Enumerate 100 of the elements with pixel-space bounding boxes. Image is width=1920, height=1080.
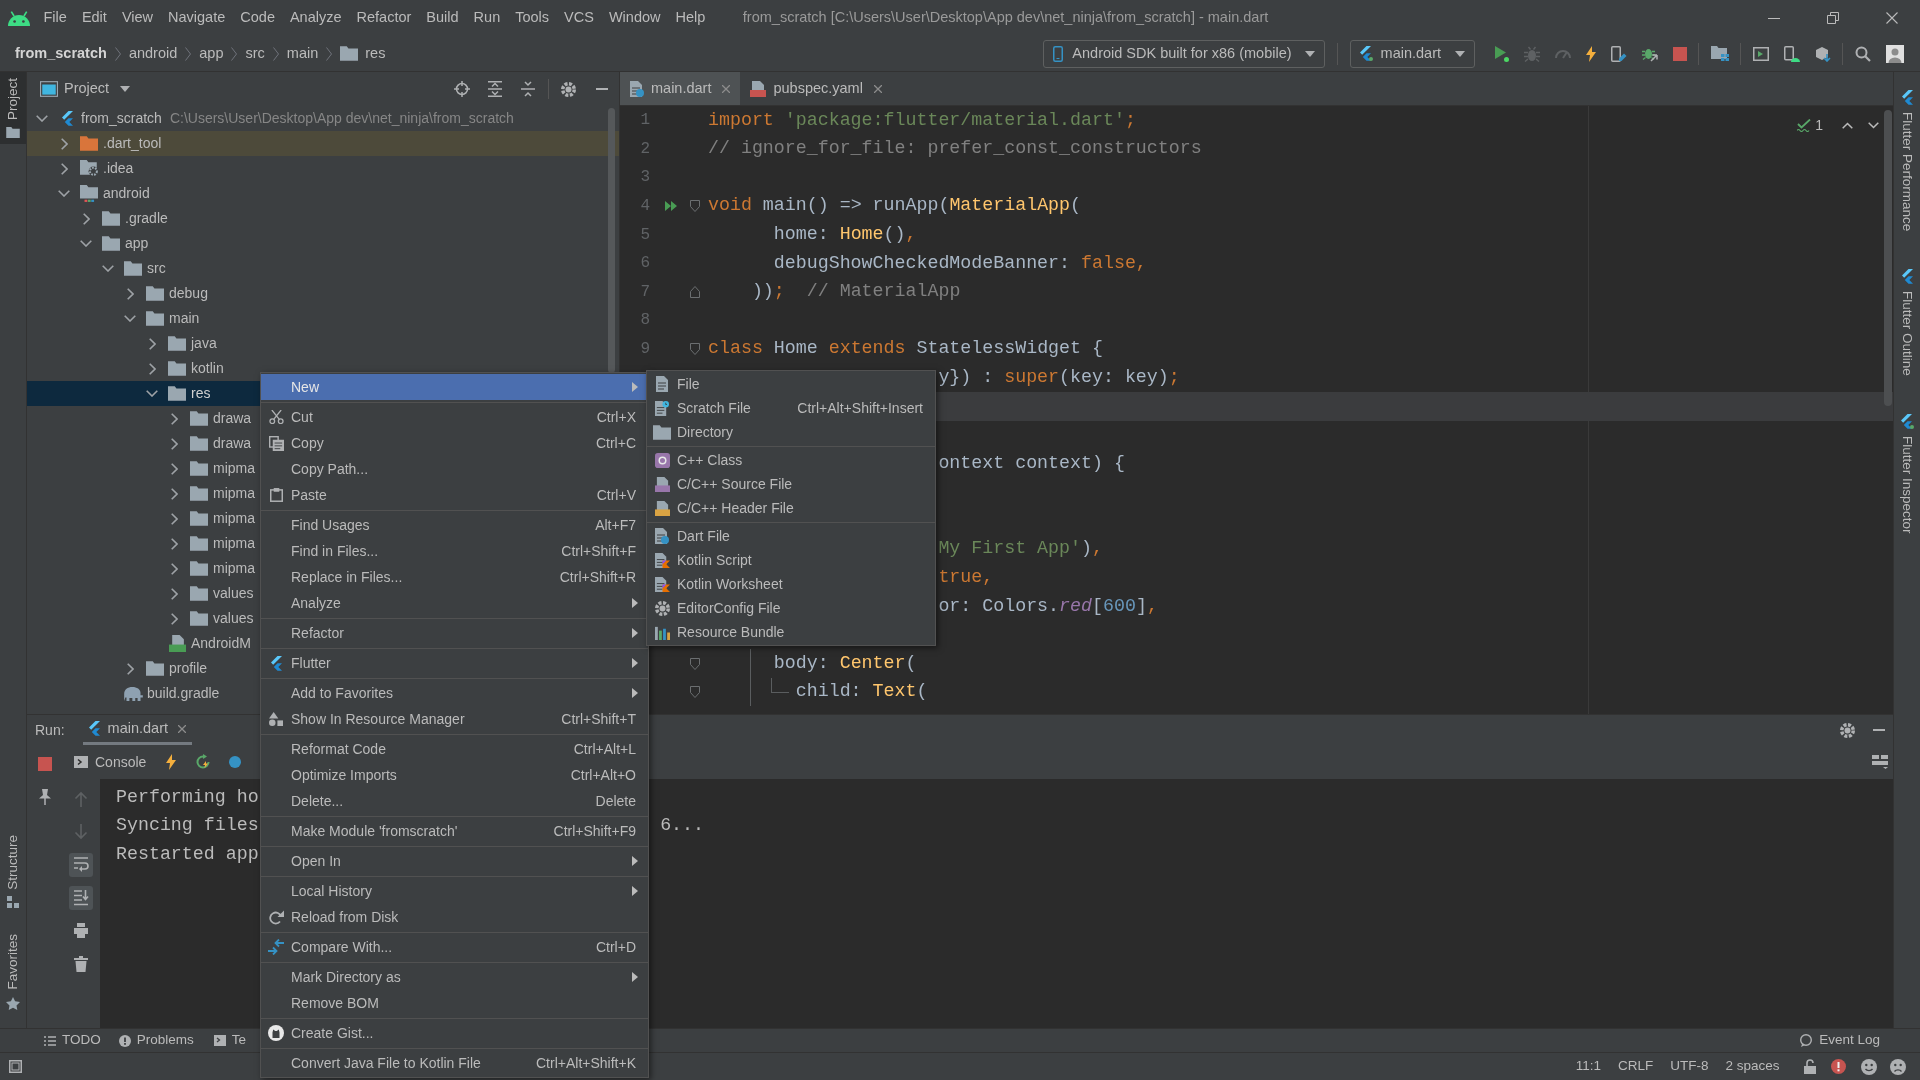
menu-item[interactable]: Optimize Imports Ctrl+Alt+O [261,762,648,788]
tree-item[interactable]: drawa [213,433,252,454]
breadcrumb-item[interactable]: src [245,42,265,65]
collapse-all-icon[interactable] [520,81,535,97]
menu-item[interactable]: Show In Resource Manager Ctrl+Shift+T [261,706,648,732]
tree-item[interactable]: app [125,233,149,254]
editor-tab[interactable]: main.dart [620,72,741,105]
menu-item[interactable]: Resource Bundle [647,620,935,644]
chevron-right-icon[interactable] [126,662,134,675]
menu-item[interactable]: Flutter [261,650,648,676]
tree-item[interactable]: res [191,383,211,404]
menu-bar-item[interactable]: Help [668,0,713,36]
console-tab[interactable]: Console [74,751,147,773]
tree-item[interactable]: kotlin [191,358,224,379]
square-icon[interactable] [9,1060,22,1073]
menu-item[interactable]: C++ Class [647,448,935,472]
fold-marker-icon[interactable] [690,285,700,298]
fold-marker-icon[interactable] [690,657,700,670]
scrollbar[interactable] [608,108,615,373]
wrap-lines-icon[interactable] [69,853,93,877]
menu-bar-item[interactable]: File [36,0,75,36]
project-view-dropdown[interactable]: Project [40,78,131,100]
crosshair-icon[interactable] [453,81,470,97]
fold-marker-icon[interactable] [690,343,700,356]
status-bar-item[interactable]: 11:1 [1567,1056,1610,1077]
tree-item[interactable]: profile [169,658,208,679]
tree-item[interactable]: java [191,333,217,354]
fold-marker-icon[interactable] [690,200,700,213]
frown-icon[interactable] [1890,1058,1906,1075]
run-configuration-selector[interactable]: main.dart [1349,39,1475,68]
close-icon[interactable] [722,84,731,93]
tool-window-button[interactable]: Event Log [1799,1030,1880,1051]
chevron-right-icon[interactable] [148,337,156,350]
tree-item[interactable]: .idea [103,158,134,179]
chevron-right-icon[interactable] [170,462,178,475]
status-bar-item[interactable]: CRLF [1609,1056,1662,1077]
trash-icon[interactable] [74,956,88,972]
tree-item[interactable]: values [213,608,254,629]
gear-icon[interactable] [1840,722,1855,738]
fold-marker-icon[interactable] [690,686,700,699]
smiley-icon[interactable] [1861,1058,1877,1075]
menu-item[interactable]: Paste Ctrl+V [261,482,648,508]
menu-bar-item[interactable]: Build [418,0,467,36]
menu-item[interactable]: Mark Directory as [261,964,648,990]
minimize-icon[interactable] [595,88,608,90]
chevron-down-icon[interactable] [124,315,136,322]
close-icon[interactable] [178,724,187,733]
menu-bar-item[interactable]: Navigate [160,0,233,36]
tool-window-tab[interactable]: Structure [0,828,26,915]
window-play-icon[interactable] [1752,46,1769,61]
phone-android-icon[interactable] [1783,45,1800,62]
menu-item[interactable]: Dart File [647,524,935,548]
avatar-icon[interactable] [1885,44,1904,63]
tree-item[interactable]: from_scratch [81,108,162,129]
menu-bar-item[interactable]: Refactor [349,0,419,36]
chevron-right-icon[interactable] [170,587,178,600]
chevron-down-icon[interactable] [102,265,114,272]
menu-bar-item[interactable]: View [114,0,161,36]
breadcrumb-item[interactable]: android [128,42,178,65]
tree-item[interactable]: mipma [213,483,255,504]
phone-edit-icon[interactable] [1610,45,1627,62]
minimize-icon[interactable] [1768,17,1780,19]
menu-item[interactable]: EditorConfig File [647,596,935,620]
chevron-down-icon[interactable] [36,115,48,122]
tool-window-tab[interactable]: Flutter Outline [1894,263,1920,383]
chevron-right-icon[interactable] [60,137,68,150]
menu-item[interactable]: Scratch File Ctrl+Alt+Shift+Insert [647,396,935,420]
menu-bar-item[interactable]: Code [232,0,283,36]
chevron-right-icon[interactable] [60,162,68,175]
chevron-right-icon[interactable] [170,512,178,525]
menu-item[interactable]: New [261,374,648,400]
menu-bar-item[interactable]: Window [601,0,668,36]
chevron-right-icon[interactable] [170,562,178,575]
folder-grid-icon[interactable] [1710,46,1729,61]
menu-item[interactable]: C/C++ Source File [647,472,935,496]
close-icon[interactable] [1886,12,1898,24]
tool-window-button[interactable]: TODO [44,1030,101,1051]
circle-icon[interactable] [229,756,242,768]
chevron-right-icon[interactable] [170,437,178,450]
layout-icon[interactable] [1872,755,1888,769]
tool-window-tab[interactable]: Favorites [0,928,26,1016]
menu-item[interactable]: Convert Java File to Kotlin File Ctrl+Alt+Shift+K [261,1050,648,1076]
chevron-right-icon[interactable] [170,537,178,550]
menu-bar-item[interactable]: Run [466,0,508,36]
stop-icon[interactable] [1672,46,1687,61]
menu-item[interactable]: Compare With... Ctrl+D [261,934,648,960]
tree-item[interactable]: AndroidM [191,633,251,654]
restore-icon[interactable] [1827,12,1839,24]
expand-all-icon[interactable] [487,81,502,97]
printer-icon[interactable] [74,923,88,939]
close-icon[interactable] [873,84,882,93]
tool-window-tab[interactable]: Project [0,72,26,145]
chevron-down-icon[interactable] [146,390,158,397]
package-download-icon[interactable] [1814,45,1831,62]
tool-window-tab[interactable]: Flutter Inspector [1894,408,1920,540]
breadcrumb-item[interactable]: main [286,42,319,65]
lightning-icon[interactable] [166,754,177,770]
menu-item[interactable]: Cut Ctrl+X [261,404,648,430]
chevron-right-icon[interactable] [170,612,178,625]
run-tab[interactable]: main.dart [82,715,193,745]
